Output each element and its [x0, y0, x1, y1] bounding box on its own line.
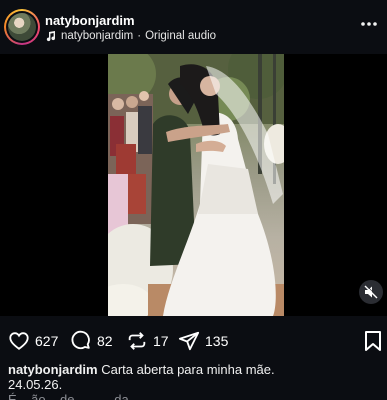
- caption-more-text[interactable]: É... ão... de... ... ...da...: [8, 392, 380, 400]
- post-caption: natybonjardim Carta aberta para minha mã…: [8, 362, 380, 400]
- send-paper-plane-icon: [178, 331, 200, 351]
- comment-button[interactable]: 82: [70, 330, 113, 352]
- post-media[interactable]: [0, 54, 387, 316]
- comment-bubble-icon: [71, 330, 90, 350]
- avatar[interactable]: [4, 9, 40, 45]
- caption-text: Carta aberta para minha mãe.: [101, 362, 275, 377]
- more-dots-icon[interactable]: [359, 16, 379, 32]
- repost-count: 17: [153, 333, 169, 349]
- avatar-frame: [6, 11, 38, 43]
- repost-button[interactable]: 17: [126, 330, 169, 352]
- bookmark-icon[interactable]: [363, 330, 383, 352]
- share-button[interactable]: 135: [178, 330, 228, 352]
- avatar-image: [8, 13, 36, 41]
- caption-date: 24.05.26.: [8, 377, 63, 392]
- action-bar: 627 82 17 135: [0, 326, 387, 356]
- photo-illustration: [108, 54, 284, 316]
- audio-label: Original audio: [145, 30, 217, 42]
- heart-icon: [9, 332, 29, 350]
- audio-row[interactable]: natybonjardim · Original audio: [45, 30, 216, 42]
- music-note-icon: [46, 31, 56, 42]
- post-username[interactable]: natybonjardim: [45, 13, 135, 28]
- like-button[interactable]: 627: [8, 330, 58, 352]
- mute-button[interactable]: [359, 280, 383, 304]
- audio-user: natybonjardim: [61, 30, 134, 42]
- comment-count: 82: [97, 333, 113, 349]
- repost-arrows-icon: [128, 332, 146, 350]
- audio-separator: ·: [137, 30, 142, 42]
- share-count: 135: [205, 333, 229, 349]
- post-photo[interactable]: [108, 54, 284, 316]
- caption-username[interactable]: natybonjardim: [8, 362, 98, 377]
- speaker-muted-icon: [364, 285, 378, 299]
- post-header: natybonjardim natybonjardim · Original a…: [0, 0, 387, 54]
- like-count: 627: [35, 333, 59, 349]
